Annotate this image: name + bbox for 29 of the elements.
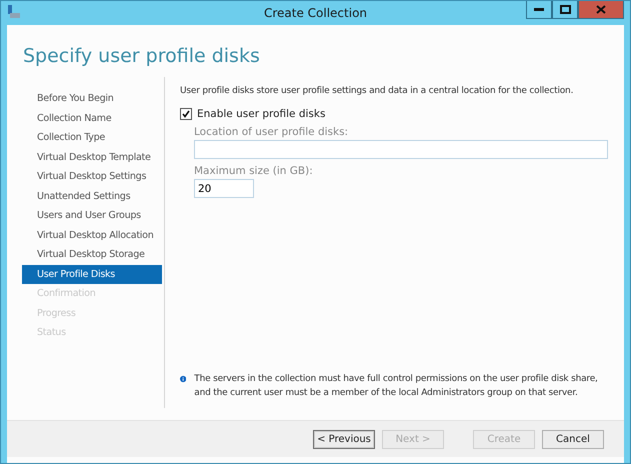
window-title: Create Collection (264, 6, 368, 20)
wizard-step[interactable]: Collection Name (22, 108, 162, 128)
wizard-step[interactable]: Collection Type (22, 128, 162, 148)
location-field[interactable] (194, 140, 608, 159)
wizard-step[interactable]: Virtual Desktop Storage (22, 245, 162, 264)
minimize-button[interactable] (526, 1, 552, 19)
size-field[interactable]: 20 (194, 179, 254, 198)
wizard-button[interactable]: Cancel (542, 430, 604, 448)
maximize-icon (560, 5, 570, 14)
description-text: User profile disks store user profile settings and data in a central location for the collection. (180, 86, 574, 96)
location-label: Location of user profile disks: (194, 126, 350, 138)
wizard-step[interactable]: Users and User Groups (22, 206, 162, 226)
wizard-step[interactable]: Unattended Settings (22, 186, 162, 206)
wizard-step[interactable]: Before You Begin (22, 89, 162, 108)
info-note: The servers in the collection must have full control permissions on the user profile disk share, and the current user must be a member of the local Administrators group on that server. (194, 373, 599, 400)
minimize-icon (534, 8, 544, 11)
info-icon (180, 373, 186, 385)
page-heading: Specify user profile disks (22, 44, 261, 69)
close-button[interactable] (578, 1, 624, 19)
wizard-button[interactable]: < Previous (313, 430, 375, 448)
wizard-step[interactable]: Virtual Desktop Template (22, 148, 162, 167)
wizard-step[interactable]: Virtual Desktop Settings (22, 167, 162, 186)
enable-checkbox[interactable] (180, 108, 192, 120)
server-icon (7, 5, 21, 19)
size-label: Maximum size (in GB): (194, 165, 314, 177)
checkbox-label: Enable user profile disks (197, 108, 326, 120)
close-icon (596, 5, 606, 14)
wizard-step[interactable]: Virtual Desktop Allocation (22, 226, 162, 245)
wizard-step[interactable]: User Profile Disks (22, 264, 162, 284)
